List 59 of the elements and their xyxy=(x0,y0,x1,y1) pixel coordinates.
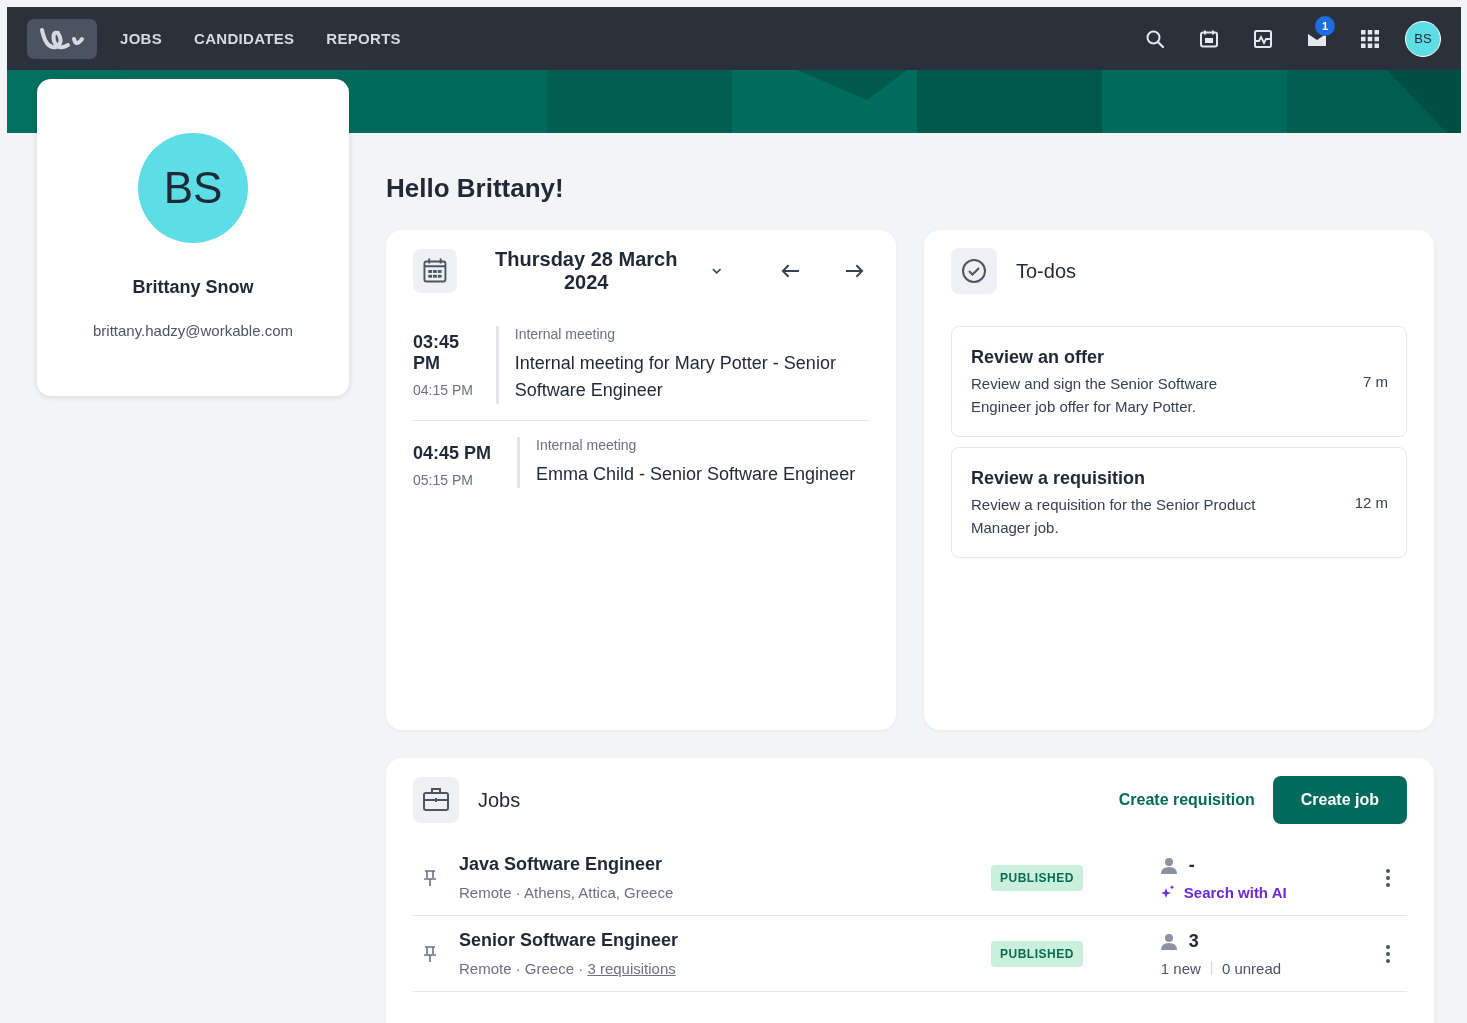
event-start-time: 03:45 PM xyxy=(413,332,461,374)
person-icon xyxy=(1160,932,1177,950)
requisitions-link[interactable]: 3 requisitions xyxy=(587,960,676,977)
job-location: Remote · Athens, Attica, Greece xyxy=(459,884,674,901)
todo-title: Review an offer xyxy=(971,347,1106,368)
calendar-icon[interactable] xyxy=(1199,28,1219,49)
sparkle-icon xyxy=(1160,885,1175,899)
todo-item[interactable]: Review an offer Review and sign the Senior Software Engineer job offer for Mary Potter. 7 m xyxy=(951,326,1407,437)
logo-icon[interactable] xyxy=(27,18,97,59)
profile-avatar: BS xyxy=(138,133,248,243)
pin-icon[interactable] xyxy=(423,944,437,963)
search-icon[interactable] xyxy=(1145,28,1165,49)
status-badge: PUBLISHED xyxy=(991,940,1083,967)
todo-title: Review a requisition xyxy=(971,468,1147,489)
more-options-icon[interactable] xyxy=(1385,944,1390,963)
chevron-down-icon xyxy=(710,267,723,275)
create-job-button[interactable]: Create job xyxy=(1272,776,1407,824)
todo-description: Review a requisition for the Senior Product Manager job. xyxy=(971,495,1257,538)
job-location: Remote · Greece · xyxy=(459,960,585,977)
event-end-time: 04:15 PM xyxy=(413,382,474,398)
chart-icon[interactable] xyxy=(1253,28,1273,49)
event-start-time: 04:45 PM xyxy=(413,443,493,464)
candidate-count: - xyxy=(1188,854,1195,876)
pin-icon[interactable] xyxy=(423,868,437,887)
user-avatar[interactable]: BS xyxy=(1405,20,1441,57)
nav-link[interactable]: JOBS xyxy=(120,30,163,47)
event-type: Internal meeting xyxy=(514,326,617,342)
greeting-heading: Hello Brittany! xyxy=(386,173,565,204)
job-title[interactable]: Senior Software Engineer xyxy=(459,930,991,951)
nav-link[interactable]: REPORTS xyxy=(326,30,401,47)
previous-arrow-icon[interactable] xyxy=(780,263,802,279)
date-dropdown[interactable]: Thursday 28 March 2024 xyxy=(475,248,723,294)
todo-age: 12 m xyxy=(1354,494,1388,513)
create-requisition-link[interactable]: Create requisition xyxy=(1118,791,1255,809)
status-badge: PUBLISHED xyxy=(991,864,1083,891)
todo-item[interactable]: Review a requisition Review a requisition for the Senior Product Manager job. 12 m xyxy=(951,447,1407,558)
card-title: Jobs xyxy=(478,788,521,812)
card-title: To-dos xyxy=(1016,259,1077,283)
todo-age: 7 m xyxy=(1363,373,1388,392)
nav-link[interactable]: CANDIDATES xyxy=(194,30,295,47)
more-options-icon[interactable] xyxy=(1385,868,1390,887)
event-end-time: 05:15 PM xyxy=(413,472,474,488)
candidate-count: 3 xyxy=(1188,930,1199,952)
briefcase-icon xyxy=(413,777,459,823)
todo-description: Review and sign the Senior Software Engineer job offer for Mary Potter. xyxy=(971,374,1218,417)
search-with-ai-link[interactable]: Search with AI xyxy=(1160,883,1376,901)
event-type: Internal meeting xyxy=(536,437,638,453)
profile-email: brittany.hadzy@workable.com xyxy=(92,322,293,339)
event-title[interactable]: Internal meeting for Mary Potter - Senior Software Engineer xyxy=(514,350,869,404)
event-title[interactable]: Emma Child - Senior Software Engineer xyxy=(536,461,856,488)
next-arrow-icon[interactable] xyxy=(844,263,865,279)
apps-grid-icon[interactable] xyxy=(1361,29,1379,48)
notification-badge: 1 xyxy=(1315,15,1335,36)
new-count: 1 new xyxy=(1160,959,1201,977)
unread-count: 0 unread xyxy=(1221,959,1282,977)
profile-name: Brittany Snow xyxy=(132,277,254,298)
person-icon xyxy=(1160,856,1177,874)
calendar-icon xyxy=(413,248,457,294)
job-title[interactable]: Java Software Engineer xyxy=(459,854,991,875)
